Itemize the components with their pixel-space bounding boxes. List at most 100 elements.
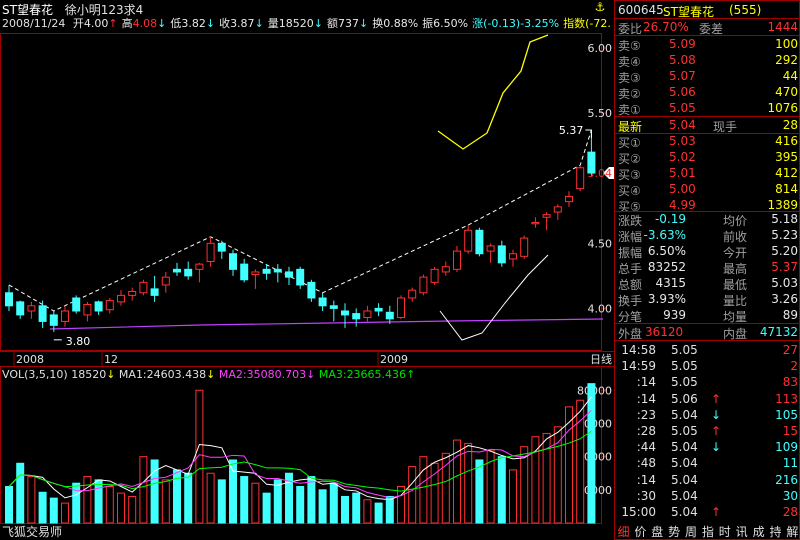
bottom-tab[interactable]: 价	[632, 523, 649, 540]
ask-price: 5.09	[669, 37, 696, 51]
ask-vol: 470	[775, 85, 798, 99]
bottom-tab[interactable]: 解	[784, 523, 800, 540]
vol-value: 18520	[71, 368, 107, 381]
volume-bar	[61, 502, 69, 524]
bottom-tab[interactable]: 时	[716, 523, 733, 540]
ma2-value: 35080.703	[246, 368, 307, 381]
bid-vol: 395	[775, 150, 798, 164]
bottom-tab[interactable]: 势	[666, 523, 683, 540]
weicha-value: 1444	[767, 20, 798, 34]
candle-body	[83, 303, 92, 316]
candle-body	[464, 229, 473, 252]
trade-vol: 2	[790, 359, 798, 374]
volume-bar	[229, 459, 237, 524]
kline-chart[interactable]: 6.005.505.044.504.002008122009日线80000600…	[0, 0, 614, 540]
candle-body	[173, 268, 181, 273]
candle-body	[61, 310, 69, 322]
bid-price: 5.00	[669, 182, 696, 196]
trade-price: 5.05	[671, 375, 698, 390]
bid-row: 买④ 5.00 814	[615, 181, 800, 198]
date-label: 2008	[16, 353, 44, 366]
stock-code: 600645	[618, 3, 664, 17]
candle-body	[128, 290, 137, 296]
date-label: 2009	[380, 353, 408, 366]
volume-bar	[341, 495, 349, 524]
price-tick-label: 4.00	[588, 302, 613, 315]
waipan-value: 36120	[645, 325, 684, 339]
candle-body	[430, 268, 439, 283]
volume-bar	[117, 492, 125, 524]
candle-body	[117, 294, 125, 303]
candle-body	[397, 297, 405, 319]
ask-row: 卖⑤ 5.09 100	[615, 36, 800, 53]
trade-price: 5.05	[671, 424, 698, 438]
anchor-icon: ⚓	[595, 0, 606, 14]
trade-price: 5.04	[671, 407, 698, 422]
trade-vol: 15	[782, 424, 798, 438]
trade-row: :14 5.04 216	[615, 472, 800, 488]
volume-bar	[587, 383, 596, 524]
volume-bar	[27, 476, 36, 524]
volume-bar	[385, 495, 394, 524]
candle-body	[105, 300, 114, 311]
trade-arrow: ↓	[711, 440, 722, 455]
bottom-tab[interactable]: 周	[683, 523, 700, 540]
trade-row: :28 5.05 ↑ 15	[615, 423, 800, 439]
candle-body	[475, 229, 484, 255]
trade-price: 5.06	[671, 391, 698, 406]
candle-body	[195, 263, 204, 270]
stat-value: -0.19	[654, 212, 686, 226]
candle-body	[38, 305, 47, 322]
volume-bar	[318, 489, 327, 524]
candle-body	[72, 297, 81, 312]
price-tick-label: 6.00	[588, 42, 613, 55]
ask-price: 5.08	[669, 53, 696, 67]
bottom-tab[interactable]: 讯	[733, 523, 750, 540]
trade-row: :48 5.04 11	[615, 455, 800, 471]
trade-time: :48	[636, 456, 656, 471]
candle-body	[229, 253, 237, 270]
volume-bar	[363, 499, 372, 524]
ask-vol: 100	[775, 37, 798, 51]
ask-price: 5.06	[669, 85, 696, 99]
stat-value: 6.50%	[647, 244, 686, 258]
ask-row: 卖④ 5.08 292	[615, 52, 800, 69]
stat-row: 振幅 6.50% 今开 5.20	[615, 243, 800, 260]
bottom-tab[interactable]: 盘	[649, 523, 666, 540]
candle-body	[441, 266, 450, 273]
candle-body	[576, 167, 585, 190]
neipan-value: 47132	[759, 325, 798, 339]
trade-time: 14:58	[621, 343, 656, 357]
trade-vol: 109	[775, 440, 798, 455]
bottom-tab[interactable]: 指	[699, 523, 716, 540]
bottom-tab[interactable]: 持	[767, 523, 784, 540]
latest-price: 5.04	[669, 118, 696, 132]
bottom-tab[interactable]: 细	[615, 523, 632, 540]
trade-price: 5.05	[671, 359, 698, 374]
volume-bar	[497, 456, 506, 524]
bid-price: 5.03	[669, 134, 696, 148]
stat-value: 939	[663, 308, 686, 322]
period-label: 日线	[590, 352, 612, 366]
ask-vol: 1076	[767, 101, 798, 115]
bid-vol: 1389	[767, 198, 798, 212]
volume-bar	[273, 479, 282, 524]
trade-time: :44	[636, 440, 656, 455]
trade-price: 5.04	[671, 472, 698, 487]
candle-body	[531, 221, 540, 225]
stat-value: 5.03	[771, 276, 798, 290]
trade-row: 15:00 5.04 ↑ 28	[615, 504, 800, 520]
candle-body	[520, 237, 529, 257]
divider	[615, 340, 800, 341]
trade-price: 5.04	[671, 505, 698, 519]
trade-row: 14:59 5.05 2	[615, 358, 800, 374]
panel-title: 600645 ST望春花 (555)	[615, 2, 800, 19]
bottom-tab[interactable]: 成	[750, 523, 767, 540]
volume-bar	[352, 492, 361, 524]
weibi-value: 26.70%	[643, 20, 689, 34]
ma-long-line	[49, 318, 604, 330]
candle-body	[273, 268, 282, 273]
volume-bar	[296, 486, 305, 524]
vol-indicator: VOL(3,5,10)	[2, 368, 68, 381]
ask-row: 卖① 5.05 1076	[615, 100, 800, 117]
